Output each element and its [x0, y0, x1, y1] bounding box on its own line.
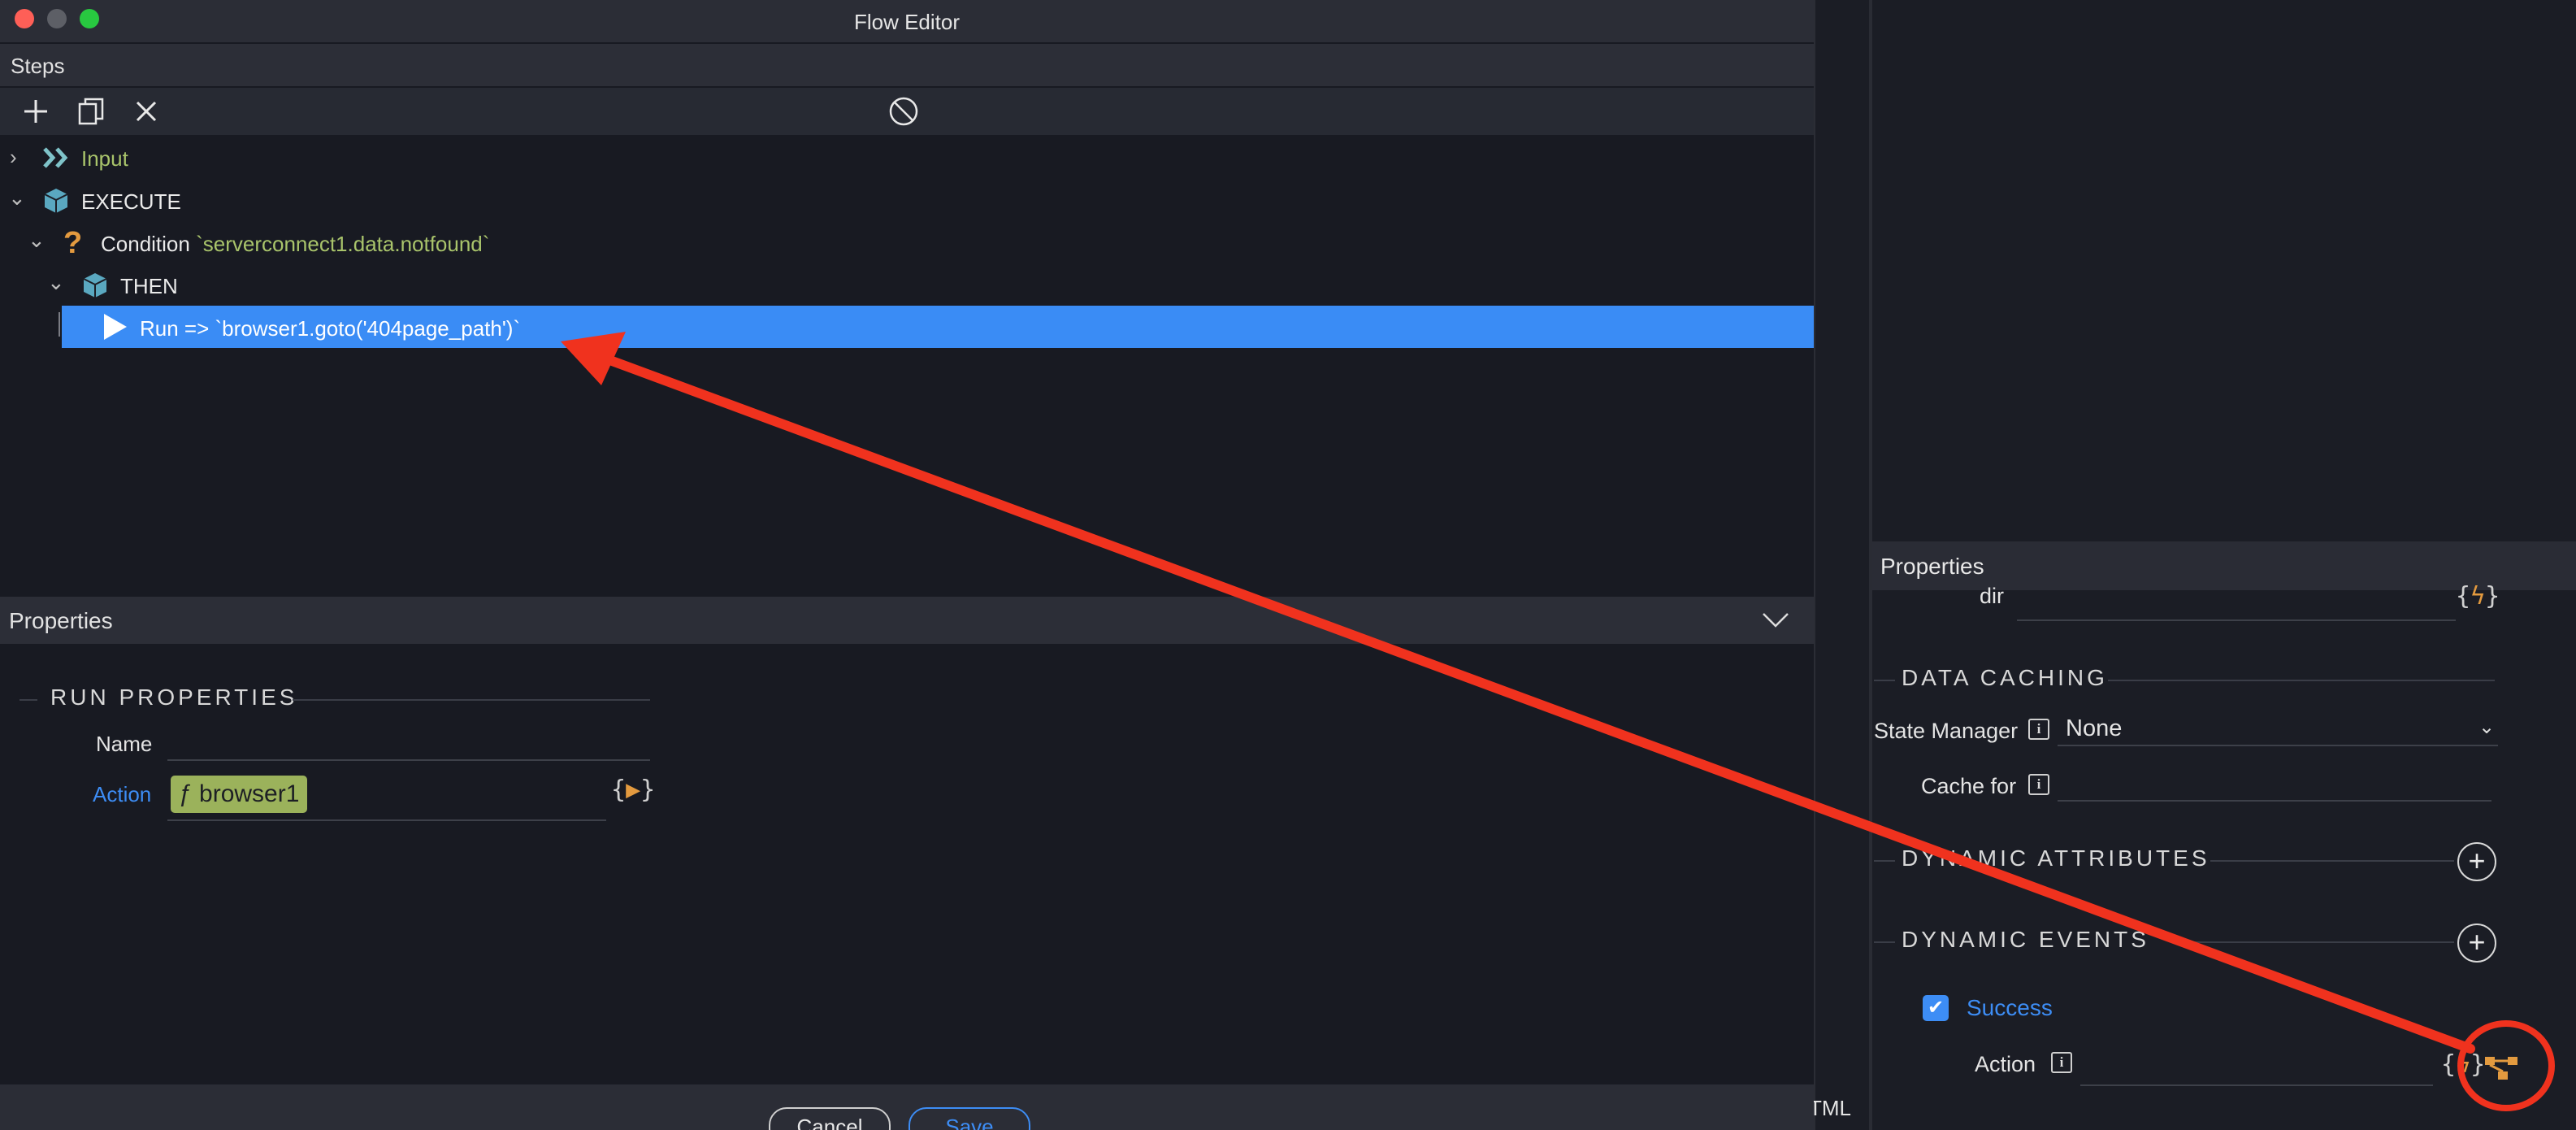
annotation-arrow-line	[601, 354, 2475, 1054]
annotation-circle	[2457, 1020, 2555, 1111]
annotation-overlay	[561, 332, 2555, 1111]
